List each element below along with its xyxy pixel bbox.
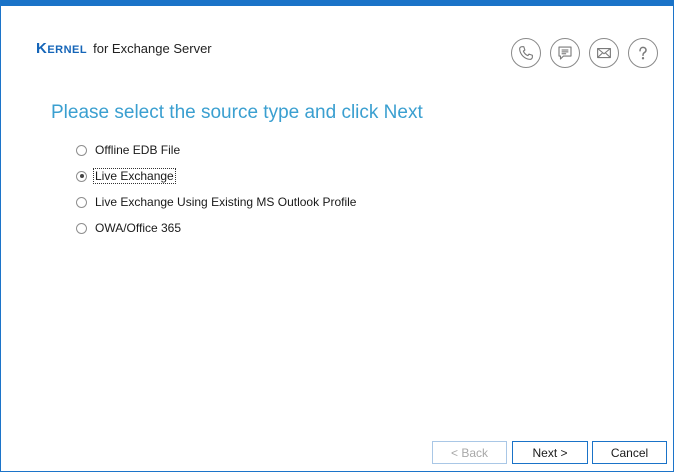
window-top-bar (1, 0, 674, 6)
chat-icon[interactable] (550, 38, 580, 68)
page-heading: Please select the source type and click … (51, 102, 423, 123)
next-button-label: Next > (532, 445, 568, 460)
option-label-live-exchange: Live Exchange (93, 168, 176, 184)
next-button[interactable]: Next > (512, 441, 588, 464)
radio-live-exchange-outlook-profile[interactable] (76, 196, 87, 208)
radio-offline-edb[interactable] (76, 144, 87, 156)
option-offline-edb[interactable]: Offline EDB File (76, 142, 181, 158)
option-owa-office365[interactable]: OWA/Office 365 (76, 220, 182, 236)
option-live-exchange[interactable]: Live Exchange (76, 168, 176, 184)
brand-product-name: for Exchange Server (93, 41, 212, 56)
option-label-owa-office365: OWA/Office 365 (95, 221, 182, 235)
back-button[interactable]: < Back (432, 441, 507, 464)
brand-logo: Kernel (36, 40, 88, 57)
option-label-live-exchange-outlook-profile: Live Exchange Using Existing MS Outlook … (95, 195, 357, 209)
cancel-button-label: Cancel (610, 445, 649, 460)
cancel-button[interactable]: Cancel (592, 441, 667, 464)
option-label-offline-edb: Offline EDB File (95, 143, 181, 157)
radio-live-exchange[interactable] (76, 170, 87, 182)
option-live-exchange-outlook-profile[interactable]: Live Exchange Using Existing MS Outlook … (76, 194, 357, 210)
mail-icon[interactable] (589, 38, 619, 68)
brand: Kernel for Exchange Server (36, 40, 212, 60)
help-icon[interactable] (628, 38, 658, 68)
back-button-label: < Back (450, 445, 489, 460)
wizard-window: Kernel for Exchange Server Please select… (0, 0, 674, 472)
radio-owa-office365[interactable] (76, 222, 87, 234)
phone-icon[interactable] (511, 38, 541, 68)
